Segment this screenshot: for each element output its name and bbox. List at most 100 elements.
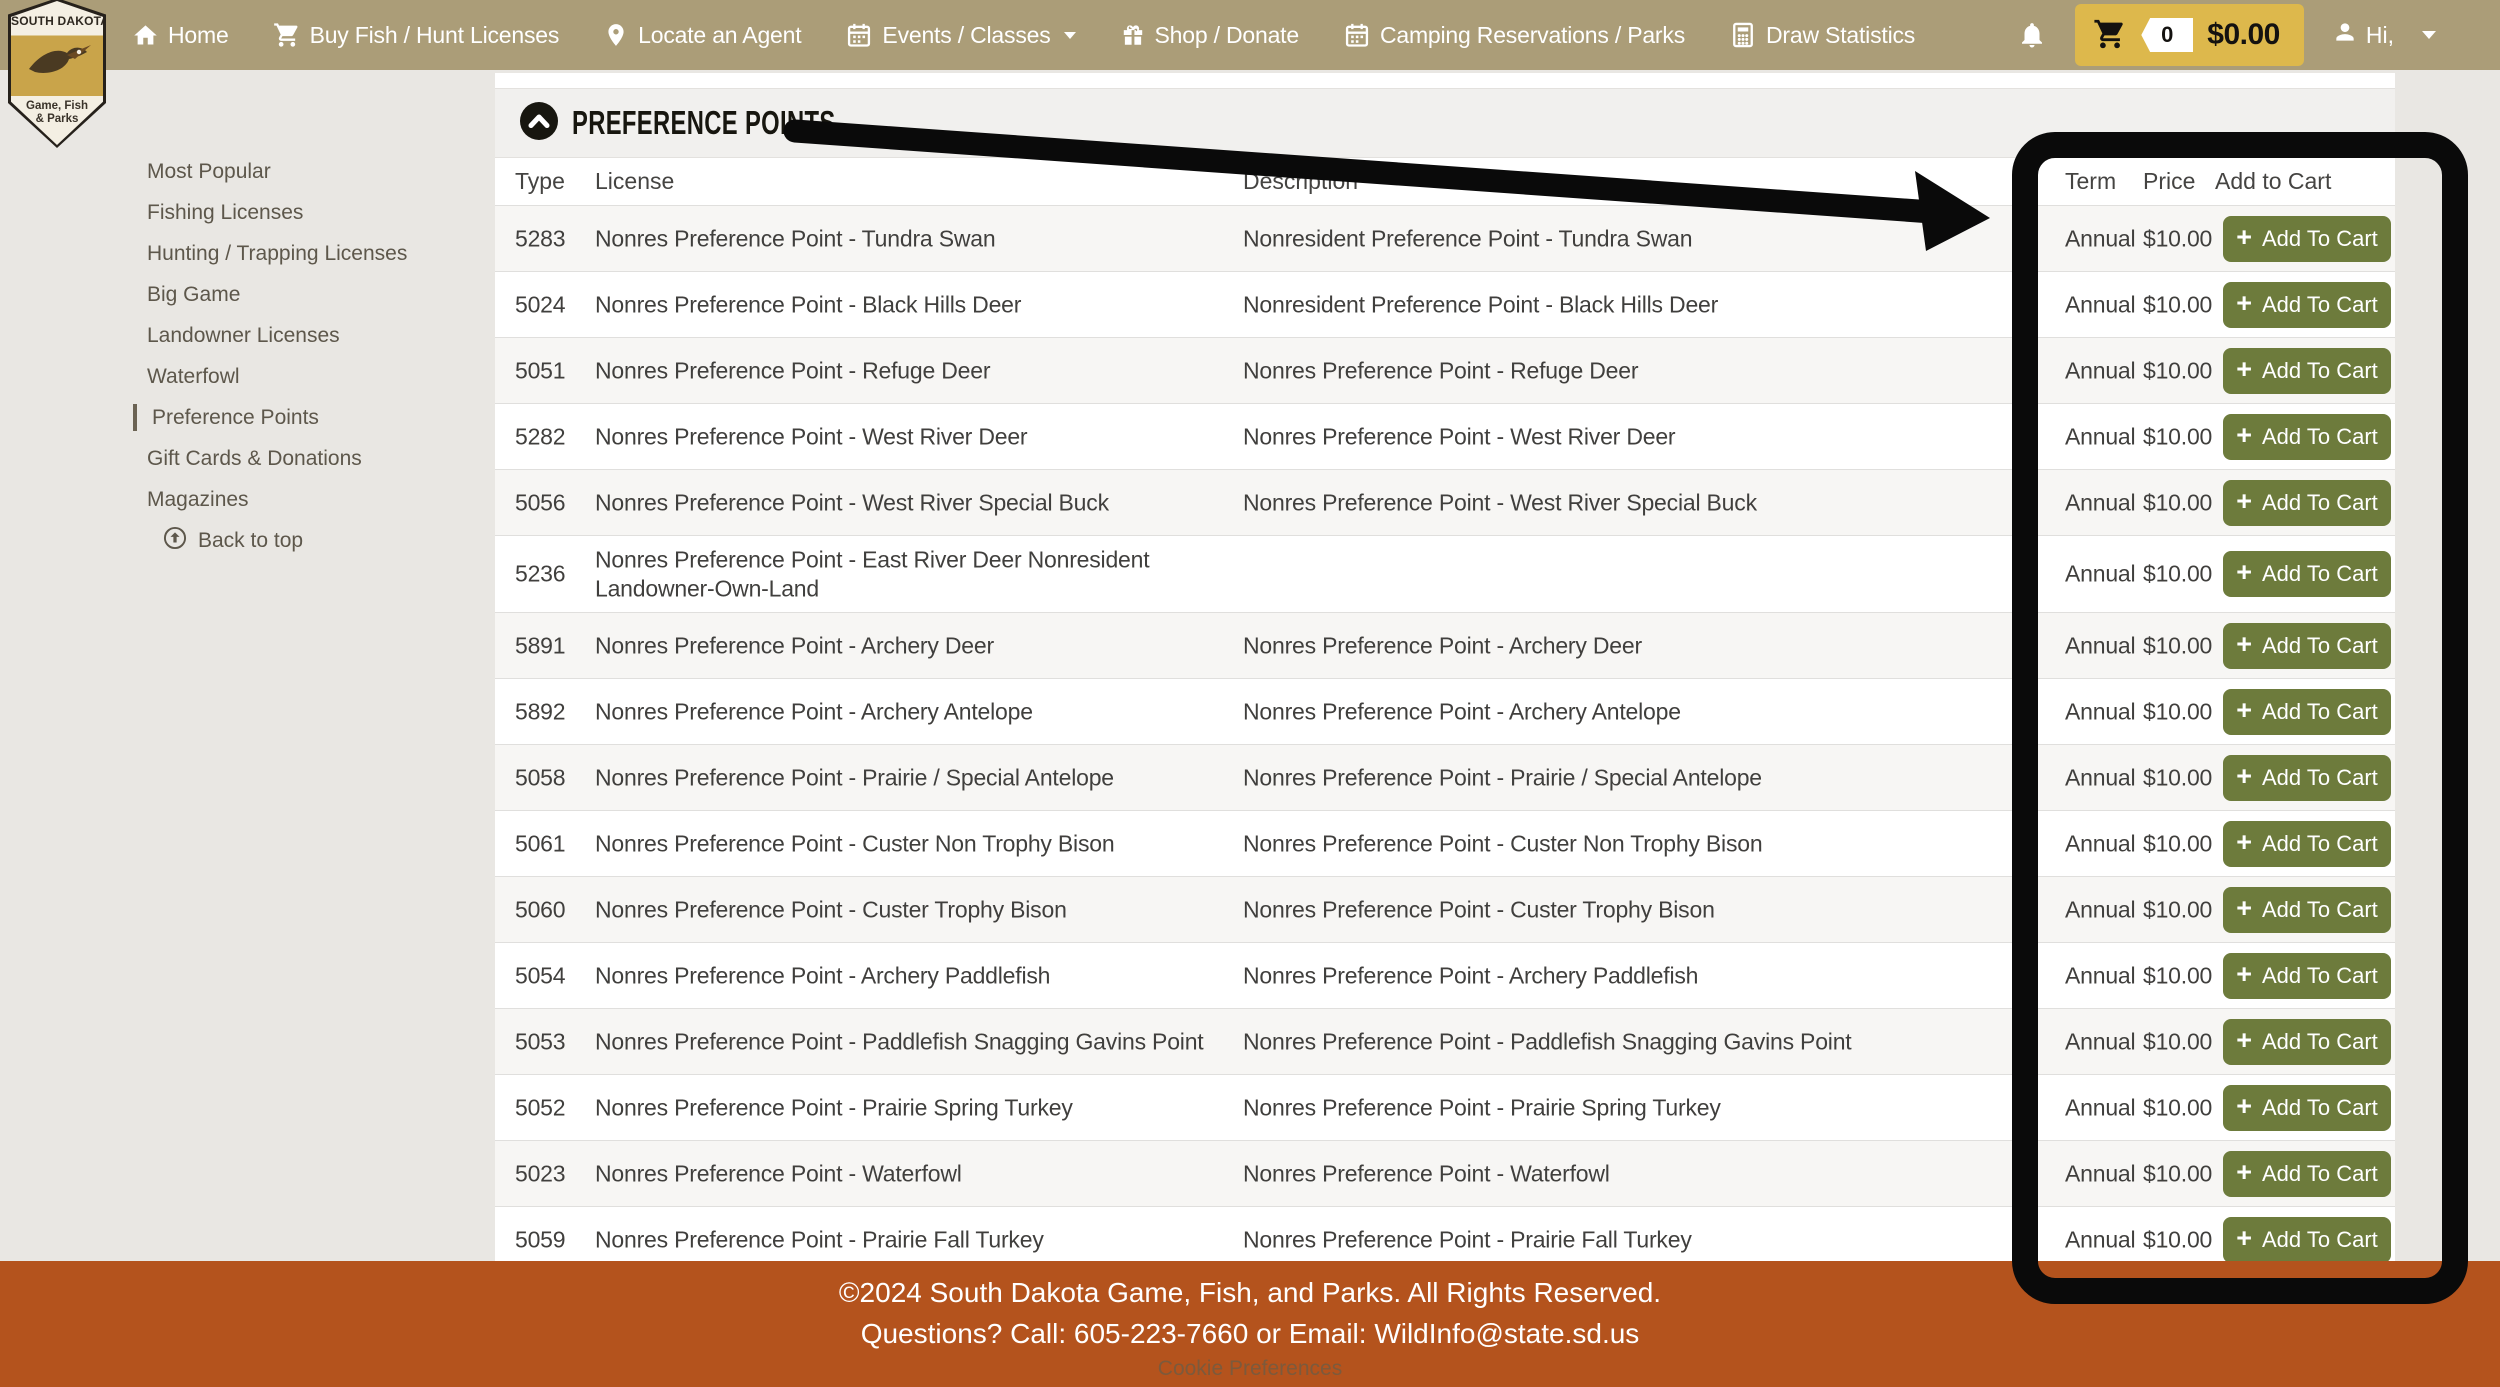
- sidebar-item-label: Magazines: [147, 488, 249, 512]
- logo-shield: SOUTH DAKOTA Game, Fish& Parks: [8, 0, 106, 148]
- cart-icon: [273, 21, 301, 49]
- nav-item-label: Buy Fish / Hunt Licenses: [310, 22, 560, 49]
- sidebar-item-label: Waterfowl: [147, 365, 240, 389]
- add-to-cart-button[interactable]: + Add To Cart: [2223, 1217, 2391, 1263]
- col-header-type: Type: [515, 158, 565, 205]
- plus-icon: +: [2236, 1159, 2252, 1186]
- nav-right-cluster: 0 $0.00 Hi,: [2017, 0, 2500, 70]
- sidebar-item-most-popular[interactable]: Most Popular: [0, 151, 490, 192]
- plus-icon: +: [2236, 1093, 2252, 1120]
- add-to-cart-button[interactable]: + Add To Cart: [2223, 414, 2391, 460]
- cell-price: $10.00: [2143, 225, 2212, 252]
- sidebar-item-hunting-trapping-licenses[interactable]: Hunting / Trapping Licenses: [0, 233, 490, 274]
- cell-description: Nonres Preference Point - Archery Antelo…: [1243, 698, 2043, 725]
- nav-item-locate-an-agent[interactable]: Locate an Agent: [603, 22, 801, 49]
- cell-type: 5283: [515, 225, 587, 252]
- sidebar-item-label: Big Game: [147, 283, 240, 307]
- sidebar-item-big-game[interactable]: Big Game: [0, 274, 490, 315]
- sidebar-item-label: Gift Cards & Donations: [147, 447, 362, 471]
- cell-price: $10.00: [2143, 764, 2212, 791]
- back-to-top-label: Back to top: [198, 529, 303, 553]
- plus-icon: +: [2236, 961, 2252, 988]
- add-to-cart-button[interactable]: + Add To Cart: [2223, 216, 2391, 262]
- calendar-icon: [845, 21, 873, 49]
- sidebar: Most Popular Fishing Licenses Hunting / …: [0, 151, 490, 561]
- sidebar-item-gift-cards-donations[interactable]: Gift Cards & Donations: [0, 438, 490, 479]
- greeting-label: Hi,: [2366, 22, 2394, 49]
- cell-license: Nonres Preference Point - Waterfowl: [595, 1159, 1240, 1188]
- cell-type: 5892: [515, 698, 587, 725]
- add-to-cart-button[interactable]: + Add To Cart: [2223, 1085, 2391, 1131]
- nav-item-draw-statistics[interactable]: Draw Statistics: [1729, 21, 1915, 49]
- plus-icon: +: [2236, 290, 2252, 317]
- add-to-cart-button[interactable]: + Add To Cart: [2223, 623, 2391, 669]
- cell-description: Nonres Preference Point - Prairie Spring…: [1243, 1094, 2043, 1121]
- caret-down-icon[interactable]: [2422, 31, 2436, 39]
- table-row: 5058 Nonres Preference Point - Prairie /…: [495, 744, 2395, 810]
- cell-description: Nonres Preference Point - Refuge Deer: [1243, 357, 2043, 384]
- cell-term: Annual: [2065, 561, 2135, 588]
- cell-price: $10.00: [2143, 561, 2212, 588]
- plus-icon: +: [2236, 356, 2252, 383]
- brand-logo[interactable]: SOUTH DAKOTA Game, Fish& Parks: [8, 0, 106, 148]
- cell-price: $10.00: [2143, 1160, 2212, 1187]
- calculator-icon: [1729, 21, 1757, 49]
- add-to-cart-button[interactable]: + Add To Cart: [2223, 480, 2391, 526]
- nav-item-buy-fish-hunt-licenses[interactable]: Buy Fish / Hunt Licenses: [273, 21, 560, 49]
- cell-term: Annual: [2065, 764, 2135, 791]
- plus-icon: +: [2236, 631, 2252, 658]
- content-card: PREFERENCE POINTS Type License Descripti…: [495, 73, 2395, 1261]
- sidebar-item-fishing-licenses[interactable]: Fishing Licenses: [0, 192, 490, 233]
- cookie-preferences-link[interactable]: Cookie Preferences: [1158, 1357, 1342, 1381]
- gift-icon: [1120, 22, 1146, 48]
- plus-icon: +: [2236, 1225, 2252, 1252]
- sidebar-item-label: Preference Points: [152, 406, 319, 430]
- bell-icon[interactable]: [2017, 20, 2047, 50]
- pheasant-icon: [25, 35, 95, 91]
- cell-description: Nonresident Preference Point - Tundra Sw…: [1243, 225, 2043, 252]
- cell-description: Nonres Preference Point - Paddlefish Sna…: [1243, 1028, 2043, 1055]
- cell-description: Nonres Preference Point - Custer Trophy …: [1243, 896, 2043, 923]
- add-to-cart-button[interactable]: + Add To Cart: [2223, 1019, 2391, 1065]
- add-to-cart-button[interactable]: + Add To Cart: [2223, 887, 2391, 933]
- caret-down-icon: [1064, 32, 1076, 39]
- col-header-license: License: [595, 158, 674, 205]
- table-row: 5024 Nonres Preference Point - Black Hil…: [495, 271, 2395, 337]
- map-pin-icon: [603, 22, 629, 48]
- table-row: 5054 Nonres Preference Point - Archery P…: [495, 942, 2395, 1008]
- nav-item-label: Draw Statistics: [1766, 22, 1915, 49]
- cell-type: 5054: [515, 962, 587, 989]
- add-to-cart-button[interactable]: + Add To Cart: [2223, 821, 2391, 867]
- add-to-cart-button[interactable]: + Add To Cart: [2223, 551, 2391, 597]
- cell-description: Nonres Preference Point - Custer Non Tro…: [1243, 830, 2043, 857]
- cart-button[interactable]: 0 $0.00: [2075, 4, 2304, 66]
- sidebar-item-magazines[interactable]: Magazines: [0, 479, 490, 520]
- nav-item-home[interactable]: Home: [132, 22, 229, 49]
- cell-price: $10.00: [2143, 1226, 2212, 1253]
- table-row: 5061 Nonres Preference Point - Custer No…: [495, 810, 2395, 876]
- nav-item-label: Camping Reservations / Parks: [1380, 22, 1685, 49]
- sidebar-item-preference-points[interactable]: Preference Points: [0, 397, 490, 438]
- cell-term: Annual: [2065, 962, 2135, 989]
- sidebar-item-waterfowl[interactable]: Waterfowl: [0, 356, 490, 397]
- footer: ©2024 South Dakota Game, Fish, and Parks…: [0, 1261, 2500, 1387]
- nav-item-events-classes[interactable]: Events / Classes: [845, 21, 1075, 49]
- section-header[interactable]: PREFERENCE POINTS: [495, 88, 2395, 158]
- nav-item-shop-donate[interactable]: Shop / Donate: [1120, 22, 1299, 49]
- back-to-top-link[interactable]: Back to top: [0, 520, 490, 561]
- sidebar-item-landowner-licenses[interactable]: Landowner Licenses: [0, 315, 490, 356]
- cell-term: Annual: [2065, 896, 2135, 923]
- account-menu[interactable]: Hi,: [2332, 19, 2394, 51]
- add-to-cart-button[interactable]: + Add To Cart: [2223, 755, 2391, 801]
- table-row: 5053 Nonres Preference Point - Paddlefis…: [495, 1008, 2395, 1074]
- plus-icon: +: [2236, 1027, 2252, 1054]
- add-to-cart-button[interactable]: + Add To Cart: [2223, 689, 2391, 735]
- add-to-cart-button[interactable]: + Add To Cart: [2223, 282, 2391, 328]
- circle-up-icon: [162, 525, 188, 557]
- nav-item-camping-reservations-parks[interactable]: Camping Reservations / Parks: [1343, 21, 1685, 49]
- cell-license: Nonres Preference Point - Archery Deer: [595, 631, 1240, 660]
- add-to-cart-button[interactable]: + Add To Cart: [2223, 1151, 2391, 1197]
- add-to-cart-button[interactable]: + Add To Cart: [2223, 348, 2391, 394]
- col-header-price: Price: [2143, 158, 2195, 205]
- add-to-cart-button[interactable]: + Add To Cart: [2223, 953, 2391, 999]
